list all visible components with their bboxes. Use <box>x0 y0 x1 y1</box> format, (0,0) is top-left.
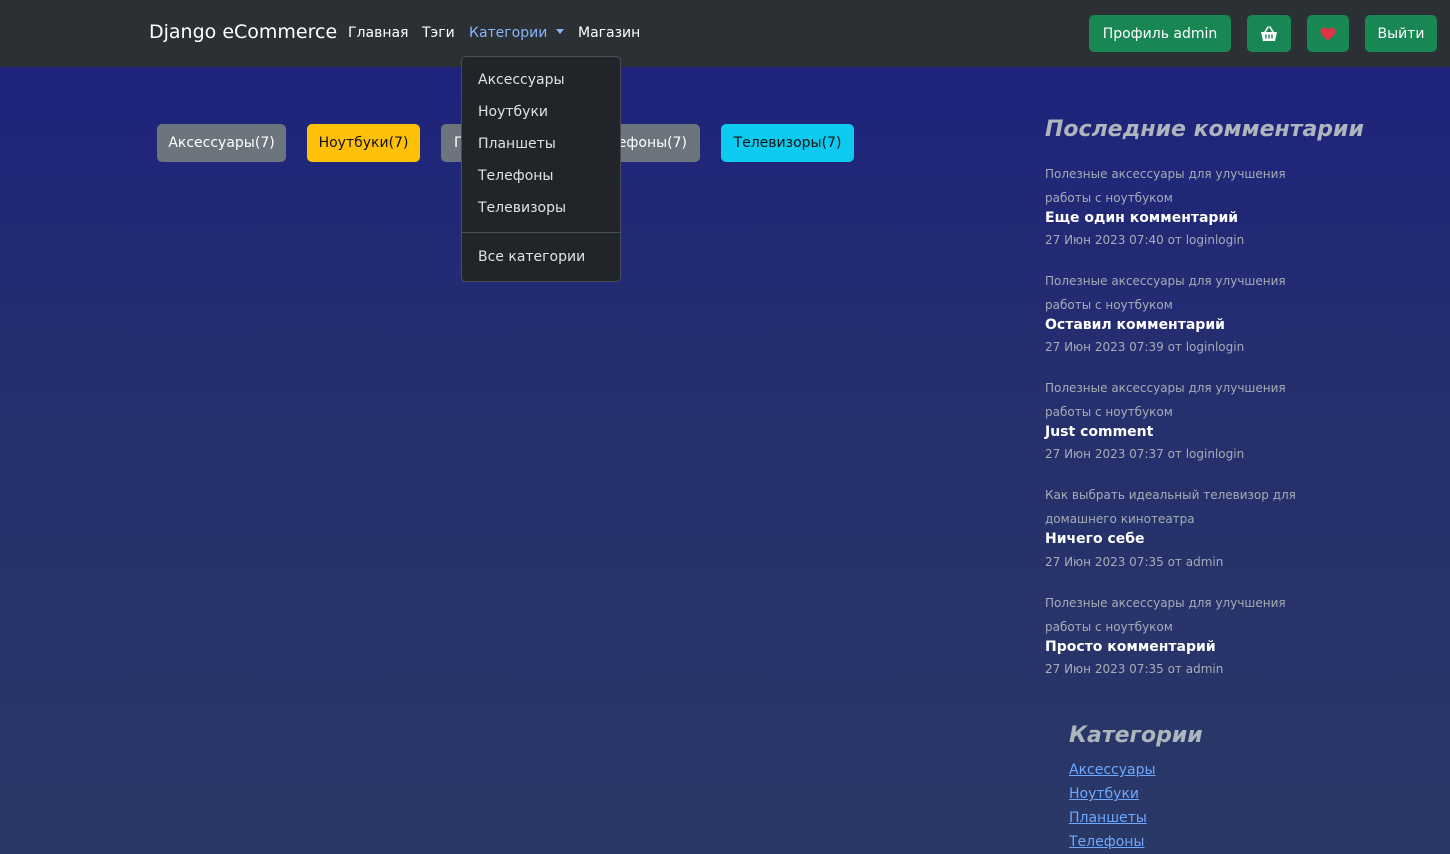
comment-text: Just comment <box>1045 424 1154 440</box>
comment-meta: 27 Июн 2023 07:40 от loginlogin <box>1045 233 1245 247</box>
comment-meta: 27 Июн 2023 07:35 от admin <box>1045 662 1224 676</box>
heart-icon <box>1320 27 1336 40</box>
comment-post-title[interactable]: Как выбрать идеальный телевизор для дома… <box>1045 483 1315 531</box>
comment-meta: 27 Июн 2023 07:37 от loginlogin <box>1045 447 1245 461</box>
logout-button[interactable]: Выйти <box>1365 15 1437 52</box>
nav-dropdown-categories[interactable]: Категории <box>469 25 565 41</box>
sidebar-category-link-laptops[interactable]: Ноутбуки <box>1069 786 1139 802</box>
categories-sidebar-title: Категории <box>1069 723 1203 748</box>
categories-dropdown-menu: Аксессуары Ноутбуки Планшеты Телефоны Те… <box>461 56 621 282</box>
brand-logo[interactable]: Django eCommerce <box>149 21 337 43</box>
comment-post-title[interactable]: Полезные аксессуары для улучшения работы… <box>1045 162 1315 210</box>
category-chip-laptops[interactable]: Ноутбуки(7) <box>307 124 420 162</box>
favorites-button[interactable] <box>1307 15 1349 52</box>
comment-meta: 27 Июн 2023 07:39 от loginlogin <box>1045 340 1245 354</box>
basket-icon <box>1261 25 1277 41</box>
nav-link-tags[interactable]: Тэги <box>422 25 455 41</box>
sidebar-category-link-accessories[interactable]: Аксессуары <box>1069 762 1156 778</box>
comment-text: Просто комментарий <box>1045 639 1216 655</box>
dropdown-item-accessories[interactable]: Аксессуары <box>478 72 565 88</box>
profile-button[interactable]: Профиль admin <box>1089 15 1231 52</box>
sidebar-category-link-phones[interactable]: Телефоны <box>1069 834 1144 850</box>
nav-link-home[interactable]: Главная <box>348 25 408 41</box>
comment-text: Оставил комментарий <box>1045 317 1225 333</box>
comment-post-title[interactable]: Полезные аксессуары для улучшения работы… <box>1045 591 1315 639</box>
comment-text: Еще один комментарий <box>1045 210 1239 226</box>
dropdown-item-laptops[interactable]: Ноутбуки <box>478 104 548 120</box>
navbar: Django eCommerce Главная Тэги Категории … <box>0 0 1450 67</box>
dropdown-item-all-categories[interactable]: Все категории <box>478 249 585 265</box>
comment-post-title[interactable]: Полезные аксессуары для улучшения работы… <box>1045 376 1315 424</box>
sidebar-category-link-tablets[interactable]: Планшеты <box>1069 810 1147 826</box>
recent-comments-title: Последние комментарии <box>1045 117 1364 142</box>
dropdown-item-tvs[interactable]: Телевизоры <box>478 200 566 216</box>
comment-post-title[interactable]: Полезные аксессуары для улучшения работы… <box>1045 269 1315 317</box>
cart-button[interactable] <box>1247 15 1291 52</box>
nav-link-shop[interactable]: Магазин <box>578 25 640 41</box>
category-chip-accessories[interactable]: Аксессуары(7) <box>157 124 286 162</box>
dropdown-item-phones[interactable]: Телефоны <box>478 168 553 184</box>
nav-dropdown-label: Категории <box>469 25 548 41</box>
comment-text: Ничего себе <box>1045 531 1145 547</box>
comment-meta: 27 Июн 2023 07:35 от admin <box>1045 555 1224 569</box>
caret-down-icon <box>556 29 565 34</box>
category-chip-tvs[interactable]: Телевизоры(7) <box>721 124 854 162</box>
dropdown-item-tablets[interactable]: Планшеты <box>478 136 556 152</box>
dropdown-divider <box>462 232 620 233</box>
